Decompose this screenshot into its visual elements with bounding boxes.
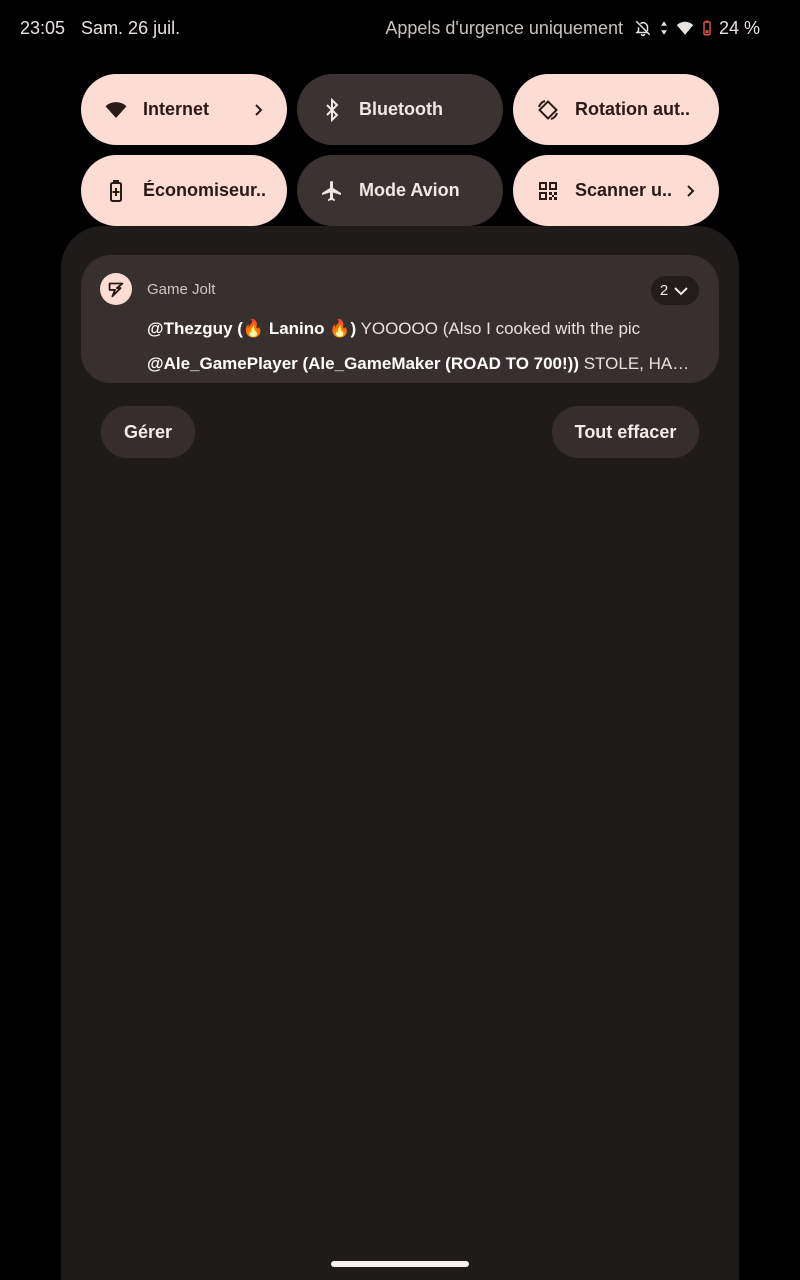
message-text: STOLE, HAH... xyxy=(579,354,697,373)
notification-card[interactable]: Game Jolt 2 @Thezguy (🔥 Lanino 🔥) YOOOOO… xyxy=(81,255,719,383)
quick-settings-tiles: Internet Bluetooth Rotation aut.. Économ… xyxy=(81,74,719,226)
battery-saver-icon xyxy=(103,178,129,204)
sender-name: @Ale_GamePlayer (Ale_GameMaker (ROAD TO … xyxy=(147,354,579,373)
message-text: YOOOOO (Also I cooked with the pic xyxy=(356,319,641,338)
date: Sam. 26 juil. xyxy=(81,17,181,38)
emergency-calls-only: Appels d'urgence uniquement xyxy=(385,17,623,38)
tile-label: Scanner u.. xyxy=(575,180,673,200)
airplane-icon xyxy=(319,178,345,204)
tile-label: Mode Avion xyxy=(359,180,460,200)
status-right: Appels d'urgence uniquement 24 % xyxy=(385,18,760,39)
sender-name-part: @Thezguy ( xyxy=(147,319,243,338)
chevron-down-icon xyxy=(674,286,688,295)
notification-message-2: @Ale_GamePlayer (Ale_GameMaker (ROAD TO … xyxy=(147,354,697,374)
tile-qr-scanner[interactable]: Scanner u.. xyxy=(513,155,719,226)
wifi-icon xyxy=(675,18,695,38)
tile-airplane-mode[interactable]: Mode Avion xyxy=(297,155,503,226)
notification-panel xyxy=(61,226,739,1280)
fire-emoji: 🔥 xyxy=(242,319,265,338)
tile-label: Internet xyxy=(143,99,210,119)
battery-icon xyxy=(701,18,713,38)
tile-label: Rotation aut.. xyxy=(575,99,690,119)
notification-message-1: @Thezguy (🔥 Lanino 🔥) YOOOOO (Also I coo… xyxy=(147,319,697,339)
tile-battery-saver[interactable]: Économiseur.. xyxy=(81,155,287,226)
fire-emoji: 🔥 xyxy=(329,319,351,338)
bluetooth-icon xyxy=(319,97,345,123)
bell-off-icon xyxy=(633,18,653,38)
app-name: Game Jolt xyxy=(147,281,216,298)
tile-bluetooth[interactable]: Bluetooth xyxy=(297,74,503,145)
tile-label: Économiseur.. xyxy=(143,180,265,200)
sender-name-part: Lanino xyxy=(264,319,330,338)
clock: 23:05 xyxy=(20,17,66,38)
status-bar: 23:05 Sam. 26 juil. Appels d'urgence uni… xyxy=(0,0,800,56)
manage-button[interactable]: Gérer xyxy=(101,406,195,458)
tile-auto-rotate[interactable]: Rotation aut.. xyxy=(513,74,719,145)
wifi-icon xyxy=(103,97,129,123)
notification-count: 2 xyxy=(659,282,669,299)
tile-internet[interactable]: Internet xyxy=(81,74,287,145)
battery-percent: 24 % xyxy=(718,17,760,38)
clear-all-button[interactable]: Tout effacer xyxy=(552,406,699,458)
data-arrows-icon xyxy=(659,18,669,38)
rotation-icon xyxy=(535,97,561,123)
qr-code-icon xyxy=(535,178,561,204)
chevron-right-icon xyxy=(683,184,697,198)
tile-label: Bluetooth xyxy=(359,99,443,119)
expand-notification-button[interactable]: 2 xyxy=(651,276,699,305)
game-jolt-app-icon xyxy=(100,273,132,305)
chevron-right-icon xyxy=(251,103,265,117)
home-indicator[interactable] xyxy=(331,1261,469,1267)
status-left: 23:05 Sam. 26 juil. xyxy=(20,18,180,39)
